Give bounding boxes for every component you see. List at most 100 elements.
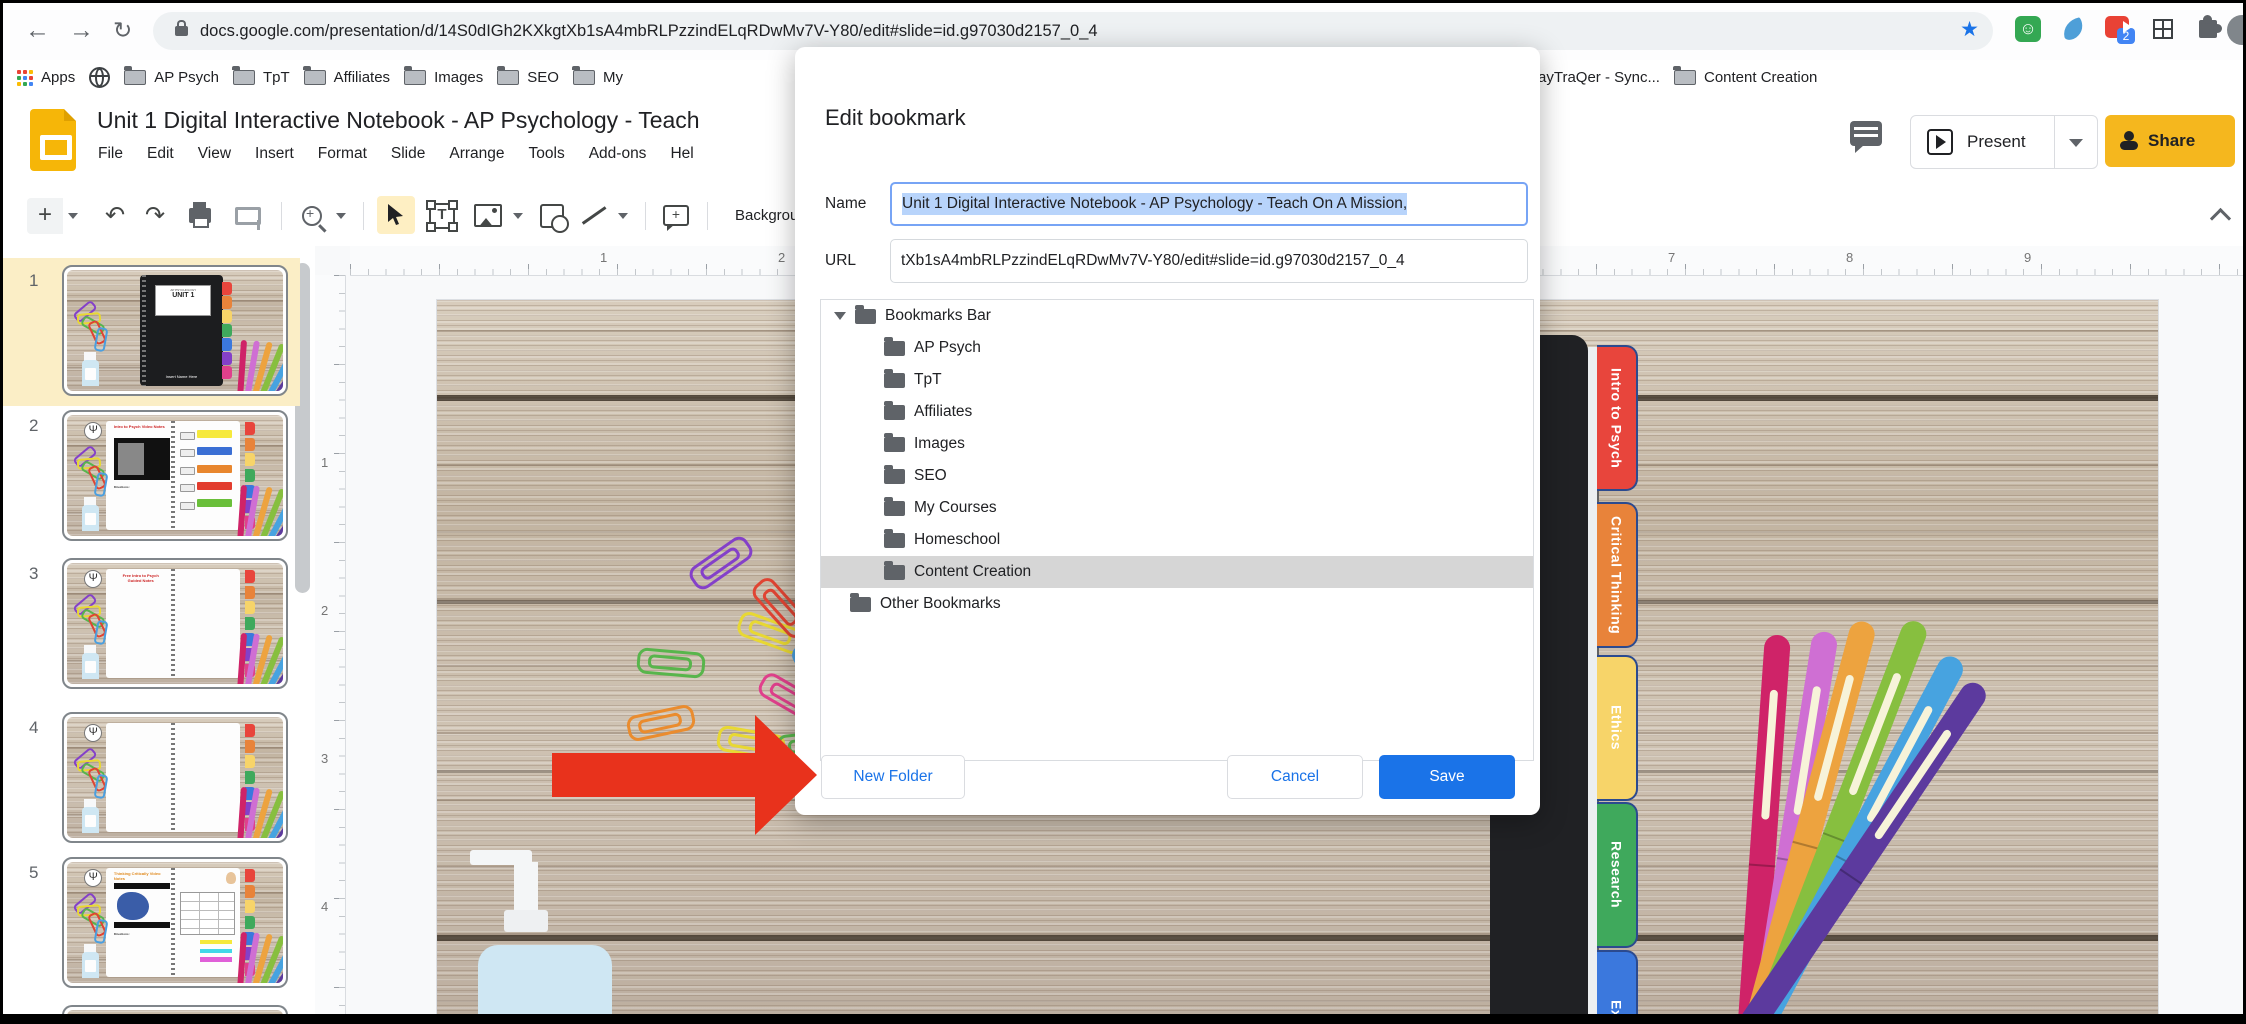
text-box-tool[interactable]: T (425, 185, 459, 246)
new-slide-button[interactable]: + (27, 185, 63, 246)
tree-item-content-creation[interactable]: Content Creation (821, 556, 1533, 588)
bookmark-star-icon[interactable]: ★ (1960, 17, 1979, 42)
notebook-tab-intro-to-psych[interactable]: Intro to Psych (1597, 345, 1638, 491)
bookmark-folder-images[interactable]: Images (403, 66, 483, 86)
paint-format-icon[interactable] (231, 185, 265, 246)
tree-item-my-courses[interactable]: My Courses (821, 492, 1533, 524)
globe-bookmark[interactable] (89, 67, 111, 88)
extensions-puzzle-icon[interactable] (2199, 15, 2222, 38)
menu-file[interactable]: File (98, 145, 123, 163)
name-input[interactable]: Unit 1 Digital Interactive Notebook - AP… (890, 182, 1528, 226)
red-arrow-annotation (552, 753, 758, 797)
zoom-icon[interactable] (295, 185, 329, 246)
back-icon[interactable]: ← (25, 13, 50, 47)
undo-icon[interactable]: ↶ (98, 185, 132, 246)
folder-icon (884, 560, 905, 580)
present-dropdown-icon[interactable] (2069, 139, 2083, 147)
tree-item-other-bookmarks[interactable]: Other Bookmarks (821, 588, 1533, 620)
shape-tool[interactable] (535, 185, 569, 246)
notebook-tab-ethics[interactable]: Ethics (1597, 655, 1638, 801)
slide-number: 4 (29, 718, 39, 737)
menu-edit[interactable]: Edit (147, 145, 174, 163)
ruler-number: 8 (1846, 250, 1854, 265)
present-button[interactable]: Present (1910, 115, 2098, 169)
notebook-tab-experi[interactable]: Experi (1597, 950, 1638, 1014)
expand-triangle-icon[interactable] (834, 312, 846, 320)
comments-icon[interactable] (1850, 121, 1882, 153)
google-slides-icon[interactable] (30, 109, 76, 171)
tree-item-images[interactable]: Images (821, 428, 1533, 460)
bookmark-folder-tpt[interactable]: TpT (232, 66, 290, 86)
screencast-extension-icon[interactable]: 2 (2105, 16, 2135, 44)
avatar[interactable] (2227, 15, 2243, 45)
hide-menus-icon[interactable] (2209, 207, 2232, 230)
redo-icon[interactable]: ↷ (138, 185, 172, 246)
slide-thumbnail-2[interactable]: Intro to Psych Video Notes Directions: Ψ (62, 410, 288, 541)
menu-insert[interactable]: Insert (255, 145, 294, 163)
bookmark-folder-my[interactable]: My (572, 66, 623, 86)
insert-image-tool[interactable] (471, 185, 505, 246)
select-tool[interactable] (377, 196, 415, 234)
folder-icon (123, 66, 147, 85)
cancel-button[interactable]: Cancel (1227, 755, 1363, 799)
apps-shortcut[interactable]: Apps (17, 69, 75, 86)
bookmark-folder-tree: Bookmarks Bar AP Psych TpT Affiliates Images… (820, 299, 1534, 761)
menu-arrange[interactable]: Arrange (449, 145, 504, 163)
print-icon[interactable] (183, 185, 217, 246)
menu-bar: File Edit View Insert Format Slide Arrange Tool… (98, 145, 694, 163)
new-folder-button[interactable]: New Folder (821, 755, 965, 799)
slide-thumbnail-4[interactable]: Ψ (62, 712, 288, 843)
url-input[interactable]: tXb1sA4mbRLPzzindELqRDwMv7V-Y80/edit#sli… (890, 239, 1528, 283)
bookmark-folder-ap-psych[interactable]: AP Psych (123, 66, 219, 86)
slide-filmstrip: 1 AP PSYCHOLOGY UNIT 1 Insert Name Here 2 Int… (3, 246, 315, 1014)
cursor-arrow-icon (388, 204, 403, 225)
notebook-tab-research[interactable]: Research (1597, 802, 1638, 948)
new-slide-dropdown-icon[interactable] (63, 185, 83, 246)
folder-icon (232, 66, 255, 85)
extension-badge: 2 (2117, 28, 2135, 44)
tree-item-ap-psych[interactable]: AP Psych (821, 332, 1533, 364)
menu-hel[interactable]: Hel (670, 145, 693, 163)
save-button[interactable]: Save (1379, 755, 1515, 799)
slide-thumbnail-3[interactable]: Free Intro to Psych Guided Notes Ψ (62, 558, 288, 689)
bookmark-item-paytraqer[interactable]: ayTraQer - Sync... (1538, 69, 1660, 86)
bookmark-folder-content-creation[interactable]: Content Creation (1673, 66, 1817, 86)
address-bar[interactable]: docs.google.com/presentation/d/14S0dIGh2… (153, 12, 1993, 50)
image-dropdown-icon[interactable] (508, 185, 528, 246)
lock-icon (175, 20, 188, 36)
menu-view[interactable]: View (198, 145, 231, 163)
ruler-number: 7 (1668, 250, 1676, 265)
url-text[interactable]: docs.google.com/presentation/d/14S0dIGh2… (200, 22, 1098, 41)
bird-extension-icon[interactable] (2061, 16, 2087, 42)
notebook-tab-critical-thinking[interactable]: Critical Thinking (1597, 502, 1638, 648)
tree-item-affiliates[interactable]: Affiliates (821, 396, 1533, 428)
slide-number: 2 (29, 416, 39, 435)
menu-add-ons[interactable]: Add-ons (589, 145, 647, 163)
tree-item-seo[interactable]: SEO (821, 460, 1533, 492)
menu-slide[interactable]: Slide (391, 145, 425, 163)
ruler-number: 3 (321, 751, 329, 766)
bookmark-folder-affiliates[interactable]: Affiliates (303, 66, 390, 86)
document-title[interactable]: Unit 1 Digital Interactive Notebook - AP… (97, 107, 700, 134)
tree-item-bookmarks-bar[interactable]: Bookmarks Bar (821, 300, 1533, 332)
slide-thumbnail-1[interactable]: AP PSYCHOLOGY UNIT 1 Insert Name Here (62, 265, 288, 396)
globe-icon (89, 67, 111, 88)
slide-thumbnail-6[interactable] (62, 1005, 288, 1014)
slide-thumbnail-5[interactable]: Thinking Critically Video Notes Direction… (62, 857, 288, 988)
tree-item-tpt[interactable]: TpT (821, 364, 1533, 396)
bookmark-folder-seo[interactable]: SEO (496, 66, 559, 86)
vertical-ruler: 1 2 3 4 (315, 275, 346, 1014)
line-dropdown-icon[interactable] (613, 185, 633, 246)
bitmoji-extension-icon[interactable]: ☺ (2015, 16, 2041, 42)
menu-format[interactable]: Format (318, 145, 367, 163)
grid-extension-icon[interactable] (2153, 19, 2173, 39)
forward-icon[interactable]: → (69, 13, 94, 47)
insert-comment-icon[interactable]: + (659, 185, 693, 246)
reload-icon[interactable]: ↻ (113, 13, 132, 47)
folder-icon (884, 432, 905, 452)
tree-item-homeschool[interactable]: Homeschool (821, 524, 1533, 556)
zoom-dropdown-icon[interactable] (331, 185, 351, 246)
line-tool[interactable] (577, 185, 611, 246)
menu-tools[interactable]: Tools (529, 145, 565, 163)
share-button[interactable]: Share (2105, 115, 2235, 167)
